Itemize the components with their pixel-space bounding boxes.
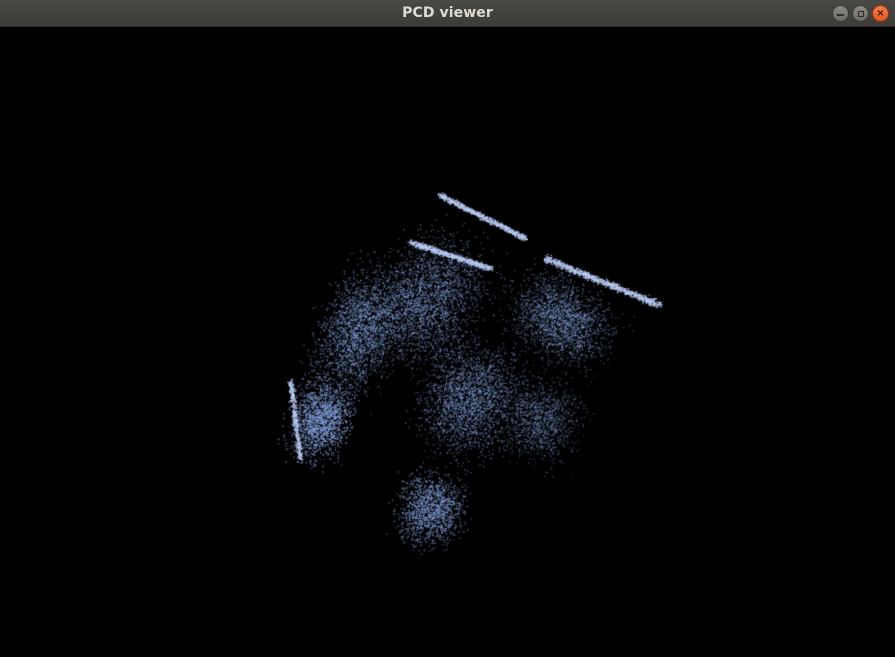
point-cloud-viewport[interactable]: [0, 27, 895, 657]
maximize-button[interactable]: [852, 5, 869, 22]
window-title: PCD viewer: [402, 5, 493, 21]
close-icon: ×: [876, 7, 885, 19]
close-button[interactable]: ×: [872, 5, 889, 22]
pcd-viewer-window: PCD viewer ×: [0, 0, 895, 657]
title-bar[interactable]: PCD viewer ×: [0, 0, 895, 27]
window-controls: ×: [832, 5, 889, 22]
point-cloud-canvas[interactable]: [0, 27, 895, 657]
minimize-button[interactable]: [832, 5, 849, 22]
maximize-icon: [857, 10, 864, 17]
minimize-icon: [837, 14, 844, 16]
